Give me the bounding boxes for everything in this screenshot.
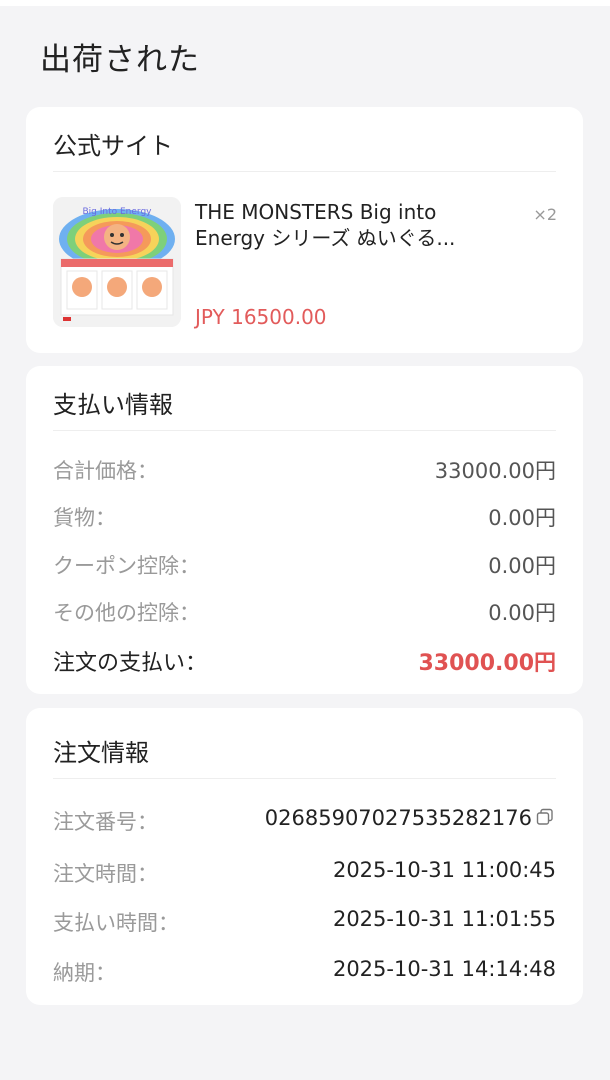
status-bar-strip xyxy=(0,0,610,6)
row-label: 支払い時間： xyxy=(53,911,179,935)
row-label: 合計価格： xyxy=(53,459,158,483)
page-title: 出荷された xyxy=(40,42,200,78)
order-number-text: 026859070275352821​76 xyxy=(264,806,532,830)
payment-info-card: 支払い情報 合計価格： 33000.00円 貨物： 0.00円 クーポン控除： … xyxy=(26,366,583,694)
order-number-row: 注文番号： 026859070275352821​76 xyxy=(53,806,556,836)
row-label: その他の控除： xyxy=(53,601,200,625)
row-value: 2025-10-31 11:01:55 xyxy=(332,907,556,931)
product-name[interactable]: THE MONSTERS Big into Energy シリーズ ぬいぐる..… xyxy=(195,199,495,251)
svg-text:Big Into Energy: Big Into Energy xyxy=(82,207,152,217)
divider xyxy=(53,778,556,779)
row-label: 納期： xyxy=(53,961,116,985)
payment-title: 支払い情報 xyxy=(53,391,173,419)
order-number-value: 026859070275352821​76 xyxy=(265,806,554,831)
store-title: 公式サイト xyxy=(53,132,173,160)
order-payment-total-row: 注文の支払い： 33000.00円 xyxy=(53,645,556,676)
product-price: JPY 16500.00 xyxy=(195,305,327,329)
order-info-card: 注文情報 注文番号： 026859070275352821​76 注文時間： 2… xyxy=(26,708,583,1005)
total-price-row: 合計価格： 33000.00円 xyxy=(53,455,556,485)
coupon-row: クーポン控除： 0.00円 xyxy=(53,550,556,580)
shipping-row: 貨物： 0.00円 xyxy=(53,502,556,532)
row-label: クーポン控除： xyxy=(53,554,200,578)
row-label: 注文時間： xyxy=(53,862,158,886)
row-label: 注文番号： xyxy=(53,810,158,834)
row-value: 0.00円 xyxy=(488,506,556,530)
divider xyxy=(53,430,556,431)
total-label: 注文の支払い： xyxy=(53,651,208,676)
product-card: 公式サイト Big Into Energy THE MONSTERS Big i… xyxy=(26,107,583,353)
row-value: 2025-10-31 11:00:45 xyxy=(332,858,556,882)
product-image[interactable]: Big Into Energy xyxy=(53,197,181,327)
other-deduction-row: その他の控除： 0.00円 xyxy=(53,597,556,627)
row-value: 0.00円 xyxy=(488,601,556,625)
product-quantity: ×2 xyxy=(533,205,557,224)
row-label: 貨物： xyxy=(53,506,116,530)
divider xyxy=(53,171,556,172)
order-time-row: 注文時間： 2025-10-31 11:00:45 xyxy=(53,858,556,888)
row-value: 0.00円 xyxy=(488,554,556,578)
row-value: 2025-10-31 14:14:48 xyxy=(332,957,556,981)
order-title: 注文情報 xyxy=(53,739,149,767)
total-value: 33000.00円 xyxy=(418,651,556,676)
delivery-time-row: 納期： 2025-10-31 14:14:48 xyxy=(53,957,556,987)
product-box-illustration: Big Into Energy xyxy=(53,197,181,327)
payment-time-row: 支払い時間： 2025-10-31 11:01:55 xyxy=(53,907,556,937)
copy-icon[interactable] xyxy=(536,807,554,831)
row-value: 33000.00円 xyxy=(434,459,556,483)
